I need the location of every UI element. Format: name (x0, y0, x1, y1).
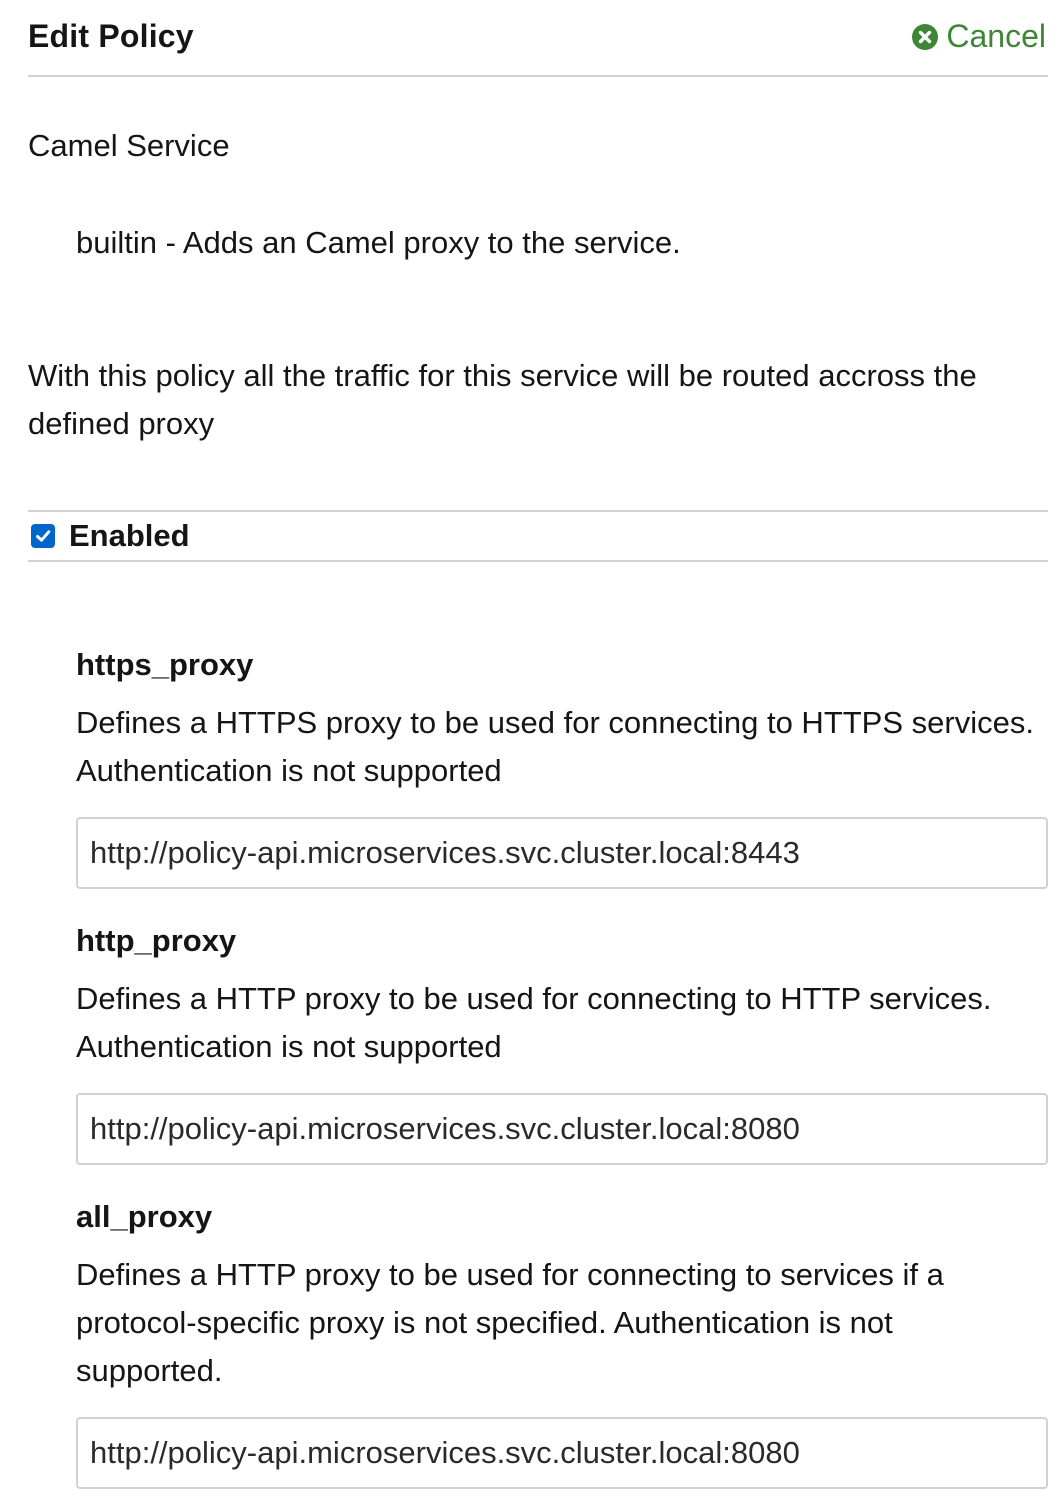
field-all-proxy: all_proxy Defines a HTTP proxy to be use… (76, 1197, 1048, 1489)
enabled-label: Enabled (69, 518, 190, 553)
field-title: https_proxy (76, 647, 254, 682)
cancel-button[interactable]: Cancel (912, 18, 1046, 55)
field-description: Defines a HTTP proxy to be used for conn… (76, 1257, 944, 1388)
enabled-row: Enabled (28, 510, 1048, 562)
page-header: Edit Policy Cancel (28, 0, 1048, 77)
all-proxy-input[interactable] (76, 1417, 1048, 1489)
cancel-label: Cancel (946, 18, 1046, 54)
field-description: Defines a HTTP proxy to be used for conn… (76, 981, 992, 1064)
field-description: Defines a HTTPS proxy to be used for con… (76, 705, 1034, 788)
check-icon (36, 530, 51, 542)
times-circle-icon (912, 23, 939, 50)
field-https-proxy: https_proxy Defines a HTTPS proxy to be … (76, 645, 1048, 889)
service-name: Camel Service (28, 128, 230, 163)
policy-description: With this policy all the traffic for thi… (28, 358, 977, 441)
field-title: all_proxy (76, 1199, 213, 1234)
enabled-checkbox[interactable] (31, 524, 55, 548)
page-title: Edit Policy (28, 18, 194, 54)
https-proxy-input[interactable] (76, 817, 1048, 889)
http-proxy-input[interactable] (76, 1093, 1048, 1165)
builtin-description: builtin - Adds an Camel proxy to the ser… (76, 225, 681, 260)
field-title: http_proxy (76, 923, 237, 958)
field-http-proxy: http_proxy Defines a HTTP proxy to be us… (76, 921, 1048, 1165)
